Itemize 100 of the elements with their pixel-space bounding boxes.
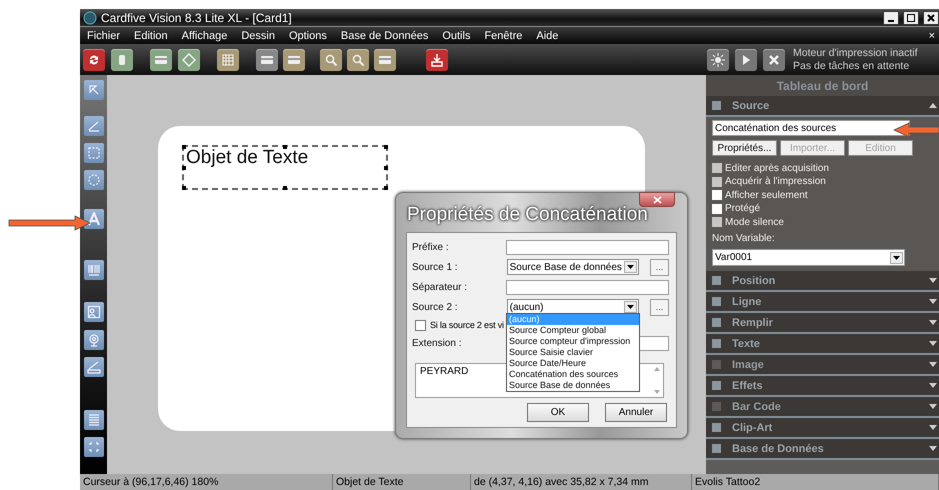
menu-item[interactable]: Dessin bbox=[241, 30, 275, 42]
barcode-icon bbox=[86, 263, 100, 277]
menu-item[interactable]: Aide bbox=[536, 30, 558, 42]
menu-item[interactable]: Affichage bbox=[182, 30, 228, 42]
toolbar-button[interactable] bbox=[83, 48, 105, 70]
menu-item[interactable]: Options bbox=[288, 30, 327, 42]
tool-button[interactable] bbox=[84, 260, 104, 280]
caret-icon bbox=[627, 265, 634, 269]
grid-icon bbox=[221, 52, 235, 66]
checkbox-label: Acquérir à l'impression bbox=[725, 176, 826, 188]
checkbox[interactable] bbox=[712, 190, 722, 200]
cursor-icon bbox=[86, 83, 100, 97]
toolbar-button[interactable] bbox=[707, 48, 729, 70]
field-label: Source 1 : bbox=[412, 262, 459, 272]
diamond-icon bbox=[182, 52, 196, 66]
browse-button[interactable]: ... bbox=[650, 298, 669, 316]
tool-button[interactable] bbox=[84, 170, 104, 190]
input-field[interactable] bbox=[506, 280, 669, 294]
source-select[interactable]: Concaténation des sources bbox=[712, 120, 910, 136]
checkbox-label: Afficher seulement bbox=[725, 190, 808, 201]
menu-item[interactable]: Fichier bbox=[87, 30, 120, 42]
square-icon bbox=[712, 402, 721, 412]
toolbar-button[interactable] bbox=[374, 48, 396, 70]
toolbar-button[interactable] bbox=[256, 48, 278, 70]
sun-icon bbox=[711, 52, 725, 66]
toolbar-button[interactable] bbox=[735, 48, 757, 70]
toolbar-button[interactable] bbox=[283, 48, 305, 70]
menu-item[interactable]: Fenêtre bbox=[484, 30, 522, 42]
tool-button[interactable] bbox=[84, 209, 104, 229]
expand-icon[interactable] bbox=[929, 446, 937, 452]
text-object[interactable]: Objet de Texte bbox=[182, 145, 388, 190]
square-icon bbox=[712, 101, 721, 110]
scanner-icon bbox=[86, 360, 100, 374]
checkbox-label: Protégé bbox=[725, 203, 760, 214]
toolbar-button[interactable] bbox=[150, 48, 172, 70]
minimize-icon bbox=[888, 20, 894, 22]
status-text: Curseur à (96,17,6,46) 180% bbox=[80, 474, 333, 490]
expand-icon[interactable] bbox=[929, 278, 937, 284]
toolbar-button[interactable] bbox=[111, 48, 133, 70]
print-queue-status: Pas de tâches en attente bbox=[793, 60, 910, 72]
zoom-icon bbox=[324, 52, 338, 66]
select-field[interactable]: Source Base de données bbox=[506, 259, 640, 275]
caret-icon bbox=[627, 305, 634, 309]
status-text: de (4,37, 4,16) avec 35,82 x 7,34 mm bbox=[471, 474, 692, 490]
variable-select[interactable]: Var0001 bbox=[712, 249, 905, 266]
square-icon bbox=[712, 381, 721, 390]
tool-button[interactable] bbox=[84, 437, 104, 457]
minimize-button[interactable] bbox=[883, 10, 899, 24]
close-icon bbox=[927, 14, 935, 22]
play-icon bbox=[741, 54, 751, 66]
field-label: Séparateur : bbox=[412, 282, 468, 292]
expand-icon[interactable] bbox=[929, 383, 937, 388]
menu-item[interactable]: Outils bbox=[442, 30, 470, 42]
field-label: Extension : bbox=[412, 338, 462, 348]
close-button[interactable] bbox=[923, 10, 939, 24]
app-logo-icon bbox=[83, 10, 97, 24]
square-icon bbox=[712, 297, 721, 306]
print-engine-status: Moteur d'impression inactif bbox=[793, 46, 918, 60]
toolbar-button[interactable] bbox=[320, 48, 342, 70]
dialog-button[interactable]: Annuler bbox=[605, 403, 667, 422]
checkbox[interactable] bbox=[712, 204, 722, 214]
tool-button[interactable] bbox=[84, 302, 104, 322]
checkbox[interactable] bbox=[415, 320, 426, 330]
tool-button[interactable] bbox=[84, 410, 104, 430]
browse-button[interactable]: ... bbox=[650, 258, 669, 276]
window-title: Cardfive Vision 8.3 Lite XL - [Card1] bbox=[101, 10, 293, 24]
webcam-icon bbox=[86, 333, 100, 347]
expand-icon[interactable] bbox=[929, 425, 937, 430]
checkbox-label: Mode silence bbox=[725, 216, 784, 228]
toolbar-button[interactable] bbox=[347, 48, 369, 70]
rectangle-icon bbox=[86, 146, 100, 160]
tool-button[interactable] bbox=[84, 330, 104, 350]
text-lines-icon bbox=[86, 413, 100, 427]
panel-button[interactable]: Propriétés... bbox=[712, 140, 777, 156]
square-icon bbox=[712, 276, 721, 286]
dialog-close-button[interactable] bbox=[639, 192, 675, 207]
menu-item[interactable]: Edition bbox=[134, 30, 168, 42]
toolbar-button[interactable] bbox=[763, 48, 785, 70]
expand-icon[interactable] bbox=[929, 299, 937, 304]
toolbar-button[interactable] bbox=[426, 48, 448, 70]
status-text: Objet de Texte bbox=[333, 474, 471, 490]
square-icon bbox=[712, 339, 721, 348]
dialog-button[interactable]: OK bbox=[527, 403, 589, 422]
collapse-icon[interactable] bbox=[929, 103, 937, 108]
close-icon bbox=[652, 196, 662, 204]
expand-icon[interactable] bbox=[929, 320, 937, 326]
square-icon bbox=[712, 318, 721, 328]
menu-item[interactable]: Base de Données bbox=[340, 30, 428, 42]
zoom-icon bbox=[351, 52, 365, 66]
input-field[interactable] bbox=[506, 240, 669, 254]
square-icon bbox=[712, 423, 721, 432]
maximize-button[interactable] bbox=[903, 10, 919, 24]
toolbar-button[interactable] bbox=[178, 48, 200, 70]
expand-icon[interactable] bbox=[929, 341, 937, 346]
close-document-button[interactable]: × bbox=[928, 30, 935, 42]
ellipse-icon bbox=[86, 173, 100, 187]
maximize-icon bbox=[907, 14, 915, 22]
toolbar-button[interactable] bbox=[217, 48, 239, 70]
dialog-title: Propriétés de Concaténation bbox=[407, 204, 648, 226]
tool-button[interactable] bbox=[84, 357, 104, 377]
